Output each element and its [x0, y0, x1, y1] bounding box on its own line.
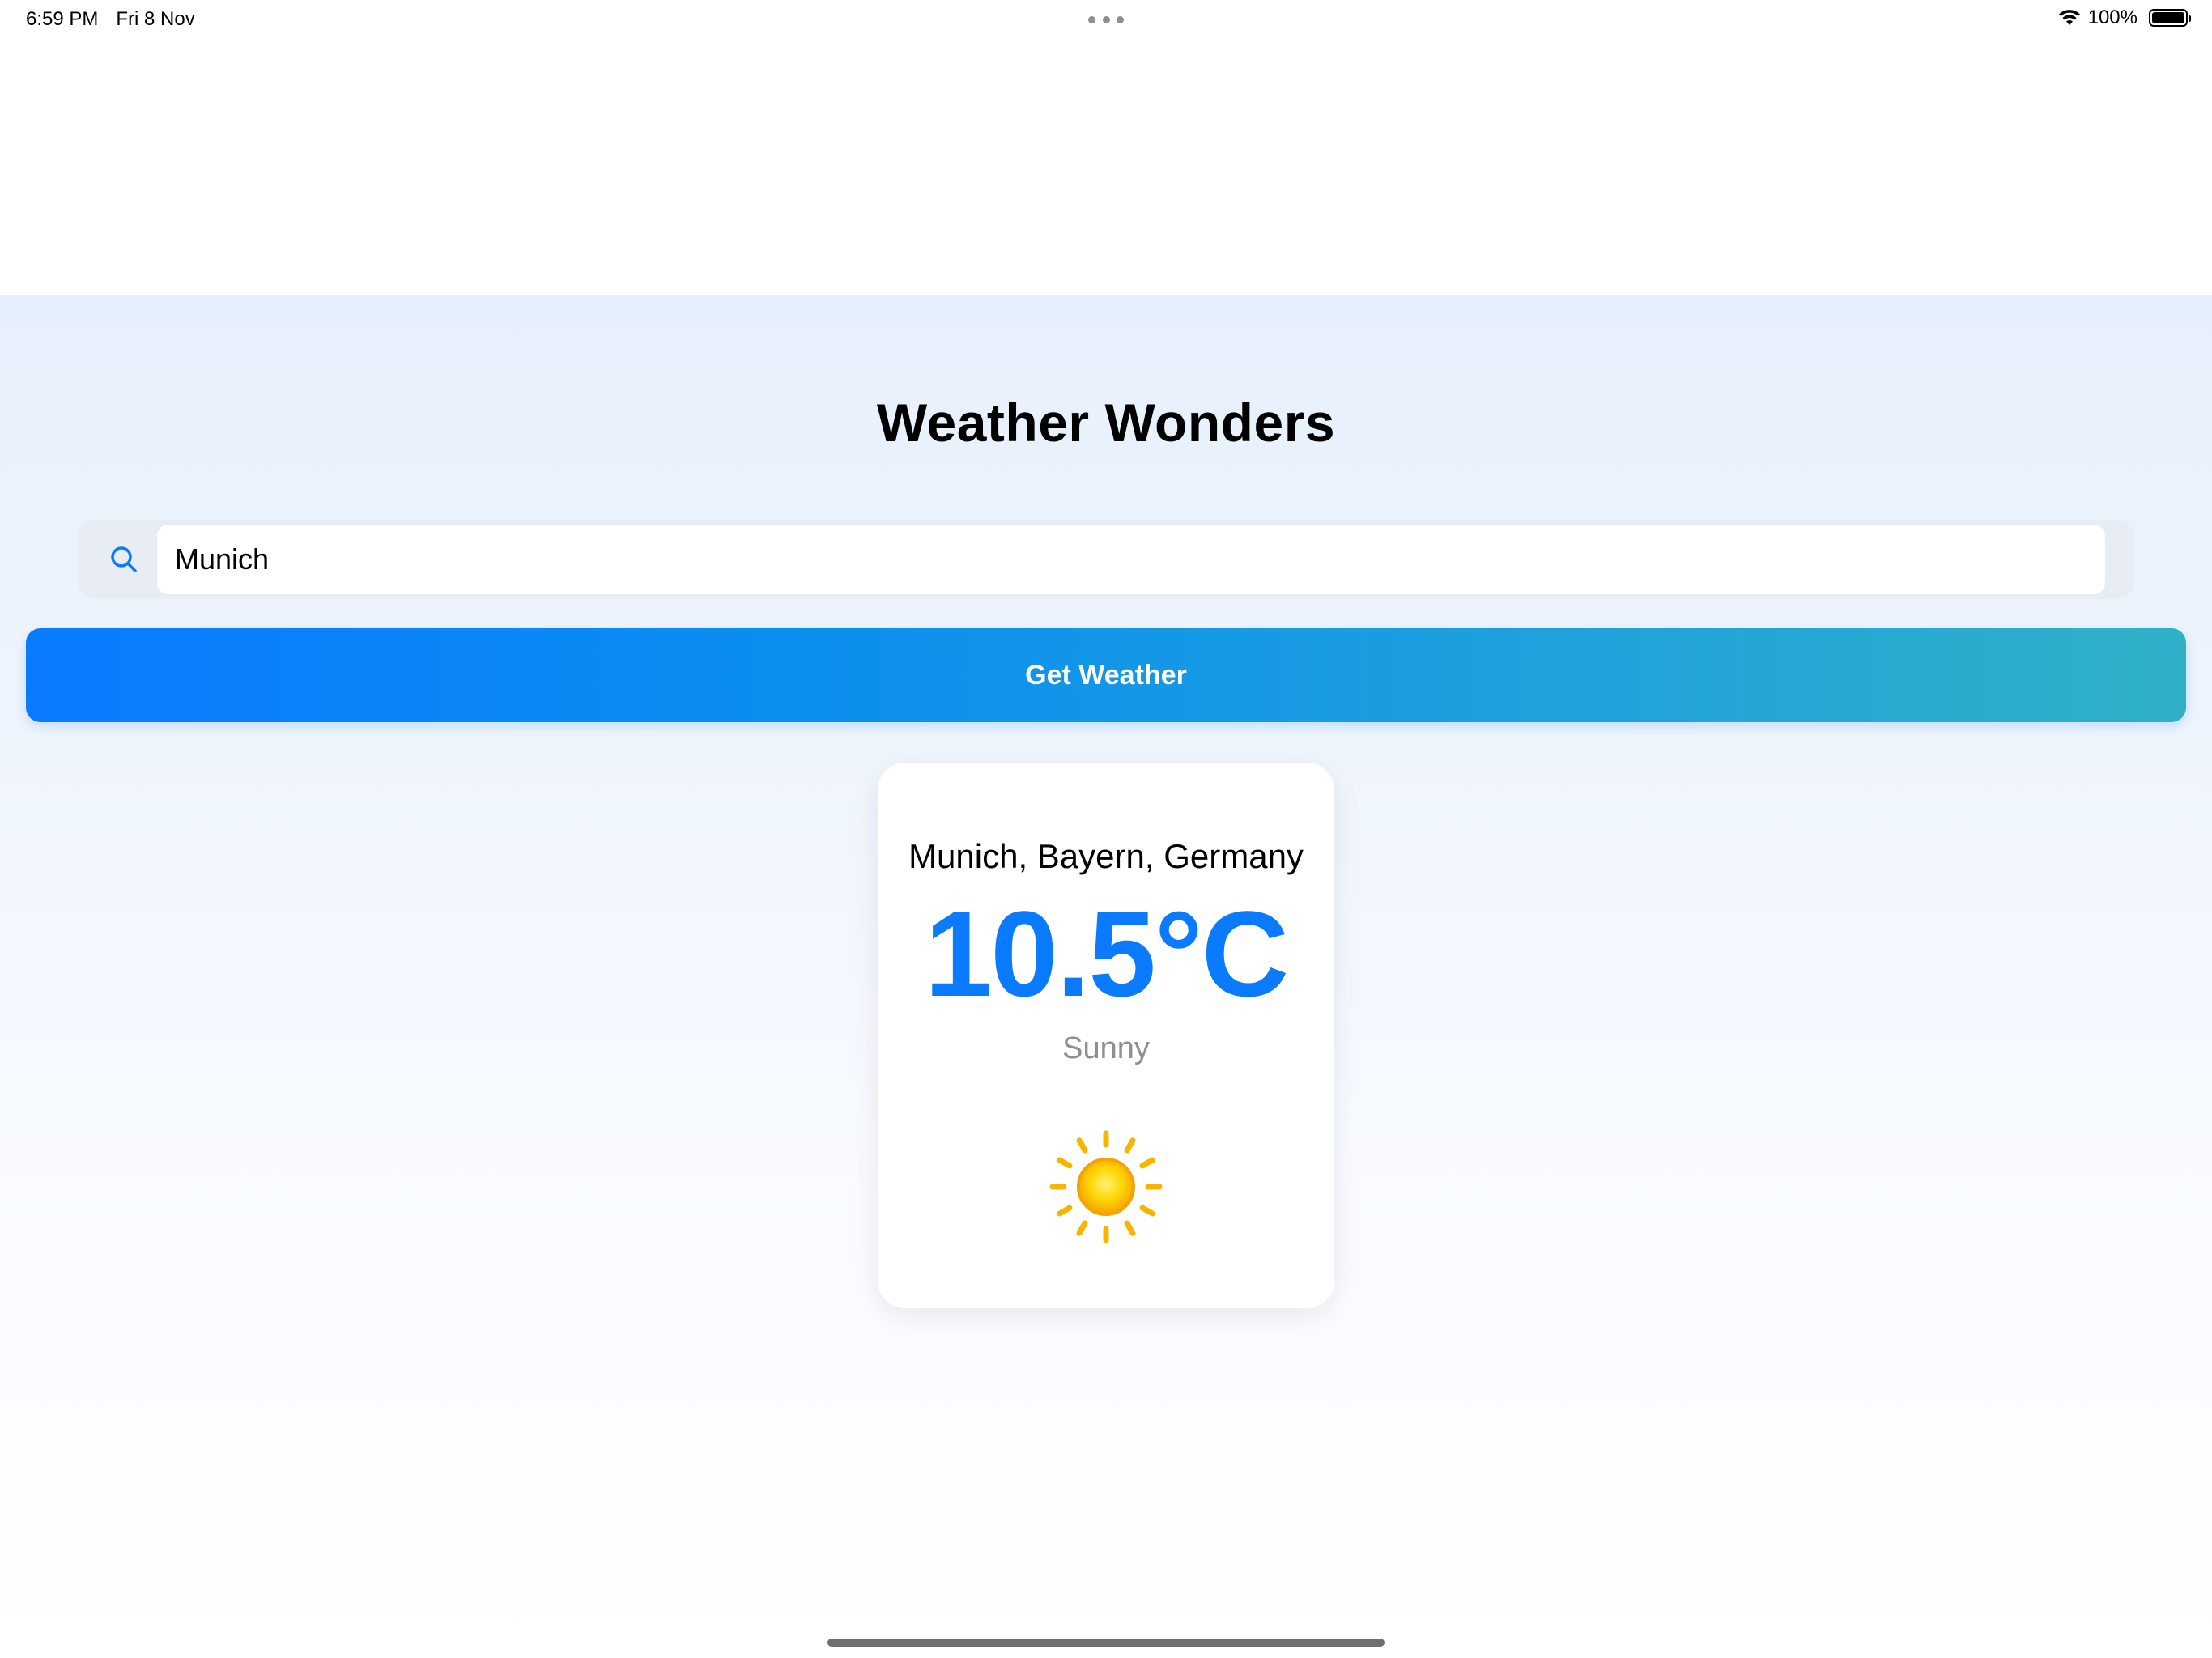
page-title: Weather Wonders: [876, 393, 1336, 453]
status-right: 100%: [2057, 6, 2191, 29]
main-content: Weather Wonders Get Weather Munich, Baye…: [0, 295, 2212, 1658]
status-left: 6:59 PM Fri 8 Nov: [26, 8, 195, 31]
battery-icon: [2149, 9, 2191, 27]
weather-card: Munich, Bayern, Germany 10.5°C Sunny: [878, 763, 1334, 1308]
search-input[interactable]: [157, 525, 2105, 594]
weather-location: Munich, Bayern, Germany: [908, 837, 1304, 875]
multitasking-dots-icon[interactable]: [1088, 16, 1124, 24]
status-date: Fri 8 Nov: [116, 8, 195, 30]
battery-percent: 100%: [2087, 6, 2138, 28]
home-indicator[interactable]: [827, 1639, 1385, 1647]
search-bar[interactable]: [78, 520, 2134, 599]
search-icon: [107, 542, 143, 578]
wifi-icon: [2057, 9, 2082, 27]
status-bar: 6:59 PM Fri 8 Nov 100%: [0, 0, 2212, 39]
weather-condition: Sunny: [1062, 1031, 1150, 1065]
sun-icon: [1049, 1130, 1163, 1244]
screen: 6:59 PM Fri 8 Nov 100% Weather Wonders M…: [0, 0, 2212, 1658]
weather-temperature: 10.5°C: [924, 886, 1289, 1022]
status-time: 6:59 PM: [26, 8, 99, 30]
get-weather-button[interactable]: Get Weather: [26, 628, 2186, 722]
